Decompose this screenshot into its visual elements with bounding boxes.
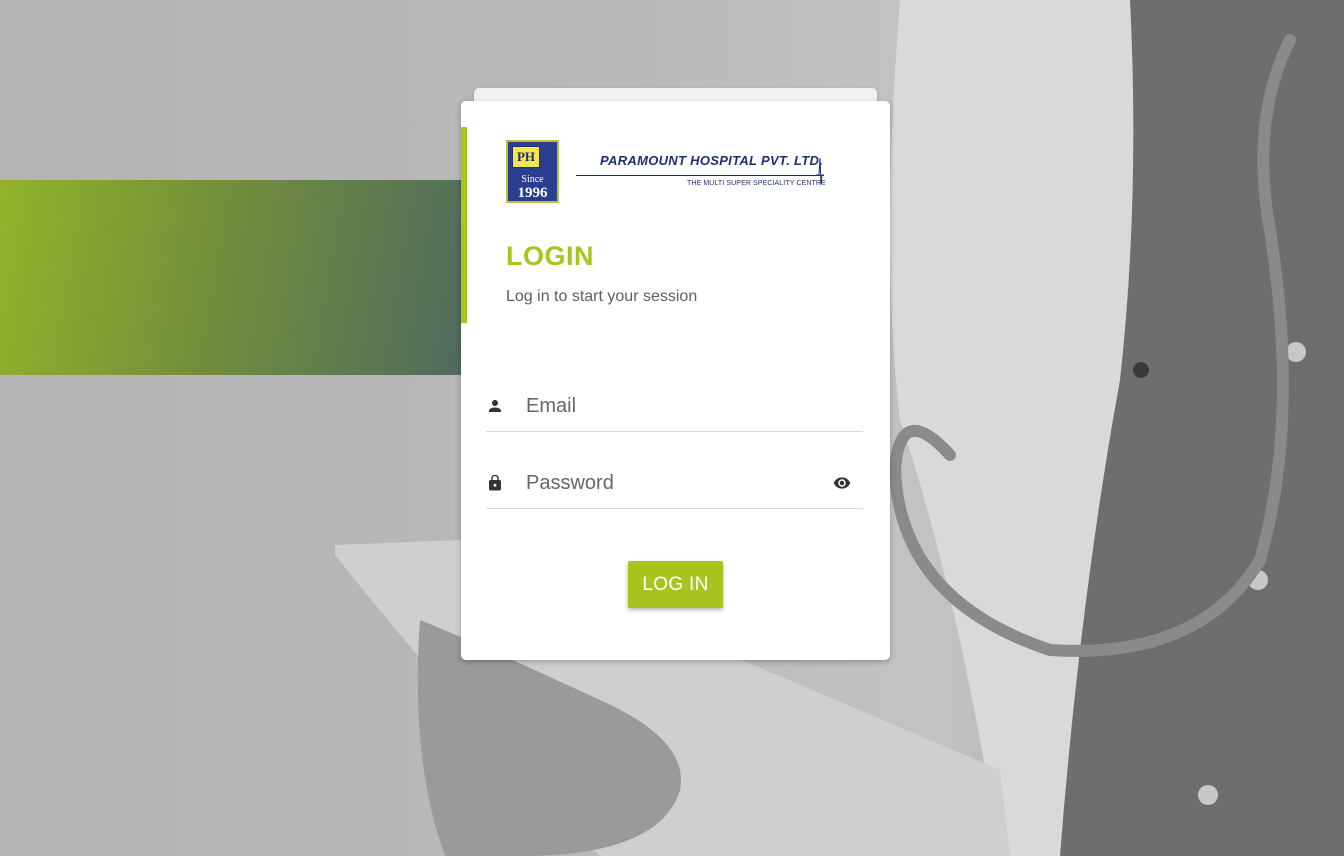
logo-badge-letters: PH (512, 146, 540, 168)
email-input[interactable] (526, 393, 826, 419)
person-icon (489, 400, 501, 412)
accent-band (0, 180, 462, 375)
page-title: LOGIN (506, 241, 594, 271)
logo-badge-since: Since (521, 174, 544, 185)
logo-badge-year: 1996 (517, 185, 548, 201)
hospital-logo: PH Since 1996 PARAMOUNT HOSPITAL PVT. LT… (506, 140, 831, 206)
logo-badge: PH Since 1996 (506, 140, 559, 203)
page-subtitle: Log in to start your session (506, 288, 698, 305)
hospital-tagline: THE MULTI SUPER SPECIALITY CENTRE (687, 180, 826, 187)
password-field (486, 464, 863, 509)
email-field (486, 387, 863, 432)
login-card: PH Since 1996 PARAMOUNT HOSPITAL PVT. LT… (461, 101, 890, 660)
hospital-name: PARAMOUNT HOSPITAL PVT. LTD. (600, 153, 824, 168)
login-button[interactable]: LOG IN (628, 561, 723, 608)
eye-icon[interactable] (831, 474, 853, 492)
password-input[interactable] (526, 470, 826, 496)
lock-icon (489, 474, 501, 491)
logo-divider (576, 175, 824, 176)
card-accent-bar (461, 127, 467, 323)
